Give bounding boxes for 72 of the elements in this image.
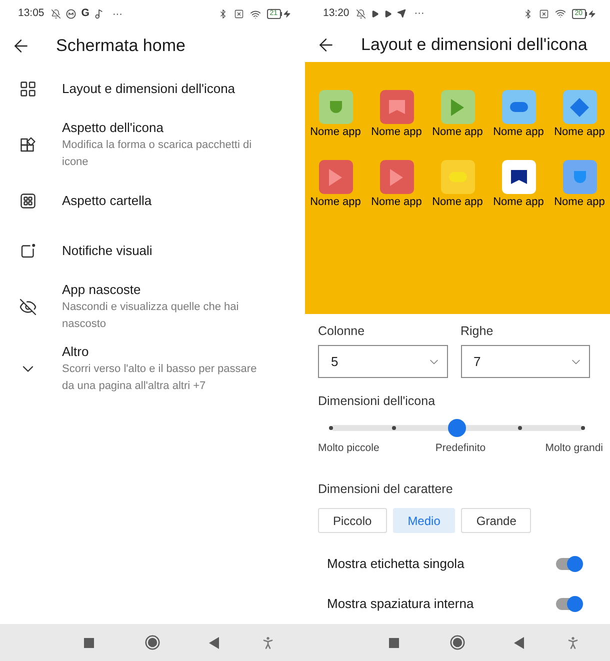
settings-item[interactable]: App nascoste Nascondi e visualizza quelle che hai nascosto <box>0 276 305 338</box>
item-subtitle: Scorri verso l'alto e il basso per passare da una pagina all'altra altri +7 <box>62 362 258 394</box>
app-label: Nome app <box>371 196 422 210</box>
eye-off-icon <box>19 298 37 316</box>
font-size-option[interactable]: Medio <box>392 508 456 533</box>
square-x-icon <box>234 9 244 19</box>
status-more: ··· <box>112 8 122 22</box>
triangle-left-icon <box>514 636 524 648</box>
bluetooth-icon <box>522 8 533 19</box>
circled-m-icon <box>66 9 76 19</box>
bell-off-icon <box>51 9 62 19</box>
shapes-icon <box>19 136 37 154</box>
settings-item[interactable]: Notifiche visuali <box>0 226 305 276</box>
app-label: Nome app <box>432 196 483 210</box>
app-label: Nome app <box>493 196 544 210</box>
toggle-label: Mostra spaziatura interna <box>327 595 474 614</box>
section-label: Dimensioni dell'icona <box>317 393 436 409</box>
field-label: Righe <box>460 323 494 339</box>
section-label: Dimensioni del carattere <box>317 481 454 497</box>
triangle-left-icon <box>209 636 219 648</box>
grid-icon <box>19 80 37 98</box>
ring-icon <box>450 635 464 650</box>
app-label: Nome app <box>432 126 483 140</box>
item-title: Aspetto dell'icona <box>62 119 164 137</box>
toggle-switch[interactable] <box>555 556 583 572</box>
app-label: Nome app <box>554 196 605 210</box>
dropdown[interactable]: 7 <box>460 345 590 378</box>
settings-item[interactable]: Aspetto dell'icona Modifica la forma o scarica pacchetti di icone <box>0 114 305 176</box>
status-time: 13:20 <box>323 6 350 21</box>
square-dot-icon <box>19 242 37 260</box>
app-label: Nome app <box>310 196 361 210</box>
status-letter: G <box>81 6 90 22</box>
slider-mark-label: Molto grandi <box>544 442 603 455</box>
square-icon <box>84 638 94 648</box>
wifi-icon <box>250 8 261 20</box>
settings-item[interactable]: Aspetto cartella <box>0 176 305 226</box>
font-size-option[interactable]: Piccolo <box>318 508 387 533</box>
app-label: Nome app <box>493 126 544 140</box>
item-title: Altro <box>62 343 90 361</box>
settings-item[interactable]: Altro Scorri verso l'alto e il basso per passare da una pagina all'altra altri +7 <box>0 338 305 400</box>
grid-square-icon <box>19 192 37 210</box>
item-subtitle: Modifica la forma o scarica pacchetti di icone <box>62 138 253 170</box>
settings-item[interactable]: Layout e dimensioni dell'icona <box>0 64 305 114</box>
slider-thumb[interactable] <box>448 419 466 437</box>
square-icon <box>389 638 399 648</box>
item-title: App nascoste <box>62 281 142 299</box>
ring-icon <box>144 635 160 650</box>
toggle-label: Mostra etichetta singola <box>327 555 464 574</box>
music-note-icon <box>94 9 104 19</box>
app-label: Nome app <box>371 126 422 140</box>
status-more: ··· <box>414 7 424 22</box>
lightning-bolt-icon <box>283 10 291 18</box>
item-title: Layout e dimensioni dell'icona <box>62 80 236 98</box>
bluetooth-icon <box>218 9 228 19</box>
dropdown[interactable]: 5 <box>318 345 448 378</box>
font-size-option[interactable]: Grande <box>461 508 532 533</box>
app-label: Nome app <box>310 126 361 140</box>
item-title: Notifiche visuali <box>62 242 152 260</box>
item-title: Aspetto cartella <box>62 192 152 210</box>
lightning-bolt-icon <box>588 10 596 18</box>
square-x-icon <box>538 8 549 19</box>
screen-title: Layout e dimensioni dell'icona <box>361 34 588 56</box>
bell-off-icon <box>356 8 366 19</box>
app-label: Nome app <box>554 126 605 140</box>
status-time: 13:05 <box>18 6 44 22</box>
screen-title: Schermata home <box>56 35 186 58</box>
item-subtitle: Nascondi e visualizza quelle che hai nascosto <box>62 300 240 332</box>
toggle-switch[interactable] <box>555 596 583 612</box>
slider-mark-label: Predefinito <box>434 442 487 455</box>
slider-mark-label: Molto piccole <box>318 442 380 455</box>
field-label: Colonne <box>318 323 366 339</box>
paper-plane-icon <box>397 9 406 18</box>
